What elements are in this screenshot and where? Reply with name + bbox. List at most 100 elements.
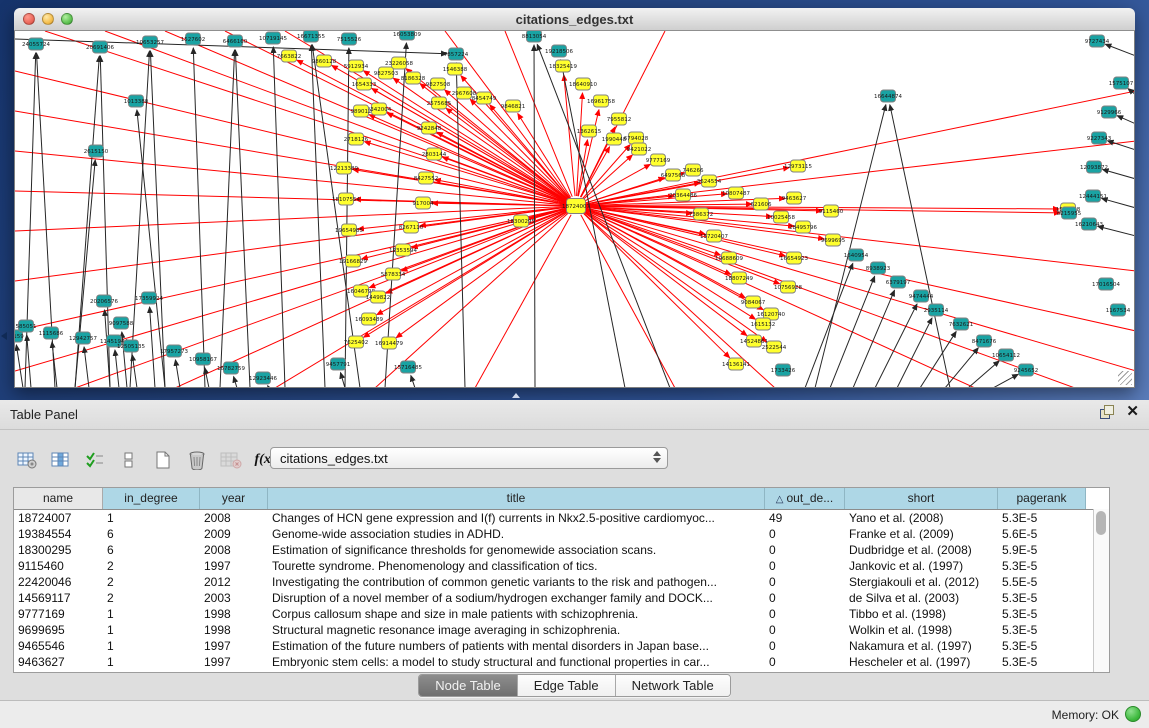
- table-row[interactable]: 946554611997Estimation of the future num…: [14, 638, 1109, 654]
- vertical-scrollbar[interactable]: [1093, 509, 1109, 673]
- table-cell[interactable]: Hescheler et al. (1997): [845, 654, 998, 670]
- table-cell[interactable]: Tibbo et al. (1998): [845, 606, 998, 622]
- table-cell[interactable]: Stergiakouli et al. (2012): [845, 574, 998, 590]
- table-cell[interactable]: 0: [765, 526, 845, 542]
- table-cell[interactable]: 49: [765, 510, 845, 526]
- table-cell[interactable]: 1998: [200, 622, 268, 638]
- table-row[interactable]: 1830029562008Estimation of significance …: [14, 542, 1109, 558]
- table-cell[interactable]: 1: [103, 622, 200, 638]
- table-cell[interactable]: 5.3E-5: [998, 622, 1086, 638]
- table-body[interactable]: 1872400712008Changes of HCN gene express…: [14, 510, 1109, 670]
- new-file-icon[interactable]: [149, 447, 177, 473]
- table-cell[interactable]: 2009: [200, 526, 268, 542]
- resize-grip-icon[interactable]: [1118, 371, 1132, 385]
- table-row[interactable]: 1872400712008Changes of HCN gene express…: [14, 510, 1109, 526]
- table-cell[interactable]: 9465546: [14, 638, 103, 654]
- column-header-title[interactable]: title: [268, 488, 765, 509]
- table-cell[interactable]: 5.3E-5: [998, 606, 1086, 622]
- row-height-icon[interactable]: [115, 447, 143, 473]
- table-cell[interactable]: 0: [765, 574, 845, 590]
- table-cell[interactable]: 5.3E-5: [998, 590, 1086, 606]
- tab-node-table[interactable]: Node Table: [419, 675, 518, 696]
- table-row[interactable]: 2242004622012Investigating the contribut…: [14, 574, 1109, 590]
- close-panel-icon[interactable]: ✕: [1126, 405, 1139, 419]
- table-cell[interactable]: 2008: [200, 510, 268, 526]
- delete-icon[interactable]: [183, 447, 211, 473]
- table-cell[interactable]: Nakamura et al. (1997): [845, 638, 998, 654]
- close-traffic-light-icon[interactable]: [23, 13, 35, 25]
- table-row[interactable]: 911546021997Tourette syndrome. Phenomeno…: [14, 558, 1109, 574]
- select-all-icon[interactable]: [81, 447, 109, 473]
- table-cell[interactable]: 9115460: [14, 558, 103, 574]
- table-source-select[interactable]: citations_edges.txt: [270, 447, 668, 469]
- table-cell[interactable]: 22420046: [14, 574, 103, 590]
- table-cell[interactable]: 6: [103, 526, 200, 542]
- table-cell[interactable]: 5.5E-5: [998, 574, 1086, 590]
- table-cell[interactable]: Yano et al. (2008): [845, 510, 998, 526]
- table-settings-icon[interactable]: [13, 447, 41, 473]
- table-cell[interactable]: 9699695: [14, 622, 103, 638]
- left-splitter-arrow-icon[interactable]: [1, 332, 7, 340]
- splitter-collapse-arrow-icon[interactable]: [512, 393, 520, 398]
- column-header-short[interactable]: short: [845, 488, 998, 509]
- table-cell[interactable]: Embryonic stem cells: a model to study s…: [268, 654, 765, 670]
- table-row[interactable]: 969969511998Structural magnetic resonanc…: [14, 622, 1109, 638]
- table-row[interactable]: 1456911722003Disruption of a novel membe…: [14, 590, 1109, 606]
- table-cell[interactable]: 9777169: [14, 606, 103, 622]
- table-cell[interactable]: 14569117: [14, 590, 103, 606]
- citation-network-graph[interactable]: 1872400718300295232260589827503818632898…: [15, 31, 1135, 388]
- table-cell[interactable]: 1997: [200, 558, 268, 574]
- tab-edge-table[interactable]: Edge Table: [518, 675, 616, 696]
- table-cell[interactable]: 5.9E-5: [998, 542, 1086, 558]
- table-row[interactable]: 946362711997Embryonic stem cells: a mode…: [14, 654, 1109, 670]
- table-cell[interactable]: 1: [103, 510, 200, 526]
- column-header-name[interactable]: name: [14, 488, 103, 509]
- network-canvas[interactable]: 1872400718300295232260589827503818632898…: [14, 31, 1135, 388]
- minimize-traffic-light-icon[interactable]: [42, 13, 54, 25]
- table-cell[interactable]: 18300295: [14, 542, 103, 558]
- column-chooser-icon[interactable]: [47, 447, 75, 473]
- table-row[interactable]: 977716911998Corpus callosum shape and si…: [14, 606, 1109, 622]
- table-cell[interactable]: 5.3E-5: [998, 510, 1086, 526]
- table-cell[interactable]: Investigating the contribution of common…: [268, 574, 765, 590]
- table-cell[interactable]: 5.3E-5: [998, 638, 1086, 654]
- table-cell[interactable]: 1998: [200, 606, 268, 622]
- table-cell[interactable]: Estimation of the future numbers of pati…: [268, 638, 765, 654]
- table-cell[interactable]: 5.3E-5: [998, 654, 1086, 670]
- node-table[interactable]: namein_degreeyeartitle△out_de...shortpag…: [13, 487, 1110, 673]
- table-cell[interactable]: Dudbridge et al. (2008): [845, 542, 998, 558]
- table-cell[interactable]: 0: [765, 638, 845, 654]
- column-header-in_degree[interactable]: in_degree: [103, 488, 200, 509]
- scrollbar-thumb[interactable]: [1096, 511, 1106, 535]
- column-header-out_de[interactable]: △out_de...: [765, 488, 845, 509]
- column-header-pagerank[interactable]: pagerank: [998, 488, 1086, 509]
- table-cell[interactable]: Franke et al. (2009): [845, 526, 998, 542]
- table-cell[interactable]: 2: [103, 574, 200, 590]
- table-cell[interactable]: 1: [103, 638, 200, 654]
- tab-network-table[interactable]: Network Table: [616, 675, 730, 696]
- table-cell[interactable]: 2012: [200, 574, 268, 590]
- delete-table-icon[interactable]: [217, 447, 245, 473]
- table-cell[interactable]: Estimation of significance thresholds fo…: [268, 542, 765, 558]
- table-row[interactable]: 1938455462009Genome-wide association stu…: [14, 526, 1109, 542]
- float-panel-icon[interactable]: [1100, 405, 1114, 419]
- table-cell[interactable]: 0: [765, 654, 845, 670]
- table-cell[interactable]: 2003: [200, 590, 268, 606]
- window-titlebar[interactable]: citations_edges.txt: [14, 8, 1135, 31]
- network-view-window[interactable]: citations_edges.txt 18724007183002952322…: [14, 8, 1135, 388]
- table-cell[interactable]: 0: [765, 558, 845, 574]
- column-header-year[interactable]: year: [200, 488, 268, 509]
- table-cell[interactable]: Tourette syndrome. Phenomenology and cla…: [268, 558, 765, 574]
- table-cell[interactable]: 19384554: [14, 526, 103, 542]
- table-cell[interactable]: 0: [765, 622, 845, 638]
- table-cell[interactable]: Genome-wide association studies in ADHD.: [268, 526, 765, 542]
- table-header-row[interactable]: namein_degreeyeartitle△out_de...shortpag…: [14, 488, 1109, 510]
- table-cell[interactable]: 1997: [200, 654, 268, 670]
- table-cell[interactable]: Structural magnetic resonance image aver…: [268, 622, 765, 638]
- table-cell[interactable]: 2: [103, 558, 200, 574]
- table-cell[interactable]: 18724007: [14, 510, 103, 526]
- table-cell[interactable]: 5.6E-5: [998, 526, 1086, 542]
- table-cell[interactable]: 0: [765, 606, 845, 622]
- table-cell[interactable]: 5.3E-5: [998, 558, 1086, 574]
- table-cell[interactable]: de Silva et al. (2003): [845, 590, 998, 606]
